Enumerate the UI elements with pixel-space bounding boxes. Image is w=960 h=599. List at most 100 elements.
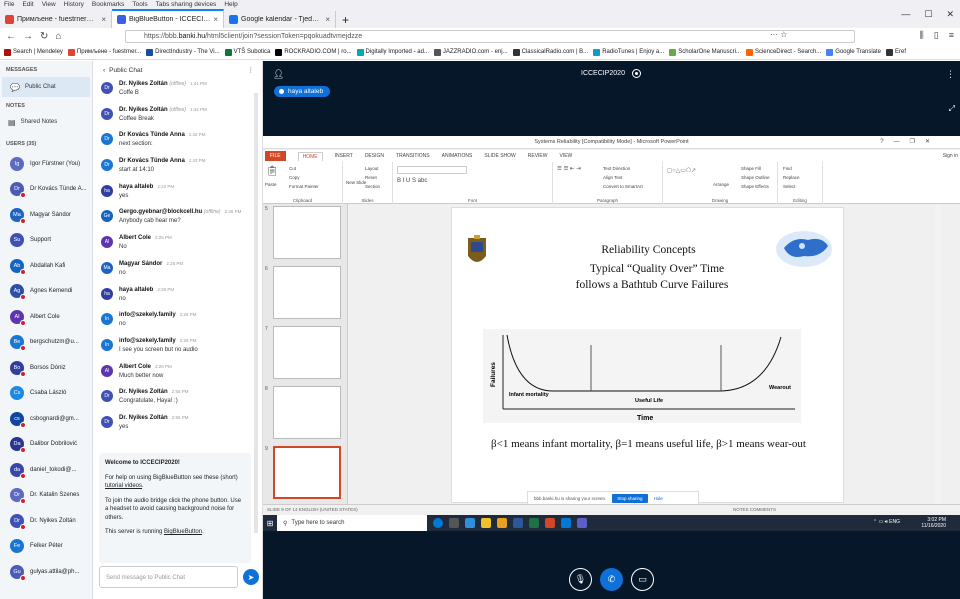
menu-icon[interactable]: ≡ <box>949 30 954 41</box>
ribbon-tab-slideshow[interactable]: SLIDE SHOW <box>484 153 515 159</box>
mute-button[interactable]: 🎙︎ <box>569 568 592 591</box>
menu-edit[interactable]: Edit <box>22 1 33 8</box>
taskbar-search[interactable]: ⚲ Type here to search <box>277 515 427 531</box>
user-list-item[interactable]: Cs Csaba László <box>0 381 92 407</box>
powerpoint-icon[interactable] <box>545 518 555 528</box>
user-list-item[interactable]: Ma Magyar Sándor <box>0 202 92 228</box>
shape-outline-button[interactable]: Shape Outline <box>741 175 770 180</box>
stop-sharing-button[interactable]: Stop sharing <box>612 493 648 503</box>
home-icon[interactable]: ⌂ <box>55 31 61 42</box>
send-button[interactable]: ➤ <box>243 569 259 585</box>
library-icon[interactable]: ⫼ <box>920 30 924 41</box>
back-icon[interactable]: ← <box>6 31 16 42</box>
shapes-gallery[interactable]: ◻○△▭⬠↗ <box>667 167 696 174</box>
teams-icon[interactable] <box>577 518 587 528</box>
ribbon-tab-view[interactable]: VIEW <box>560 153 573 159</box>
word-icon[interactable] <box>513 518 523 528</box>
slide-thumb-6[interactable] <box>273 266 341 319</box>
chat-scrollbar[interactable] <box>254 93 258 533</box>
bookmark-item[interactable]: ScienceDirect - Search... <box>745 48 821 56</box>
cortana-icon[interactable] <box>433 518 443 528</box>
close-icon[interactable]: × <box>101 15 106 24</box>
hide-button[interactable]: Hide <box>654 496 663 501</box>
slide-scrollbar[interactable] <box>935 204 941 504</box>
help-icon[interactable]: ? <box>880 136 883 149</box>
user-list-item[interactable]: cs csbognardi@gm... <box>0 406 92 432</box>
edge-icon[interactable] <box>465 518 475 528</box>
user-icon[interactable]: 👤︎ <box>273 69 284 80</box>
user-list-item[interactable]: Al Albert Cole <box>0 304 92 330</box>
replace-button[interactable]: Replace <box>783 175 800 180</box>
public-chat-item[interactable]: 💬 Public Chat <box>2 77 90 97</box>
tab-bigbluebutton[interactable]: BigBlueButton - ICCECIP2020 × <box>112 9 224 28</box>
shape-fill-button[interactable]: Shape Fill <box>741 166 761 171</box>
user-list-item[interactable]: Su Support <box>0 228 92 254</box>
menu-tabs-sharing[interactable]: Tabs sharing devices <box>156 1 217 8</box>
minimize-icon[interactable]: — <box>894 136 900 149</box>
menu-help[interactable]: Help <box>224 1 237 8</box>
user-list-item[interactable]: Dr Dr. Nyikes Zoltán <box>0 508 92 534</box>
arrange-button[interactable]: Arrange <box>713 182 729 187</box>
screen-share-button[interactable]: ▭ <box>631 568 654 591</box>
bookmark-item[interactable]: JAZZRADIO.com - enj... <box>433 48 508 56</box>
shape-effects-button[interactable]: Shape Effects <box>741 184 769 189</box>
smartart-button[interactable]: Convert to SmartArt <box>603 184 643 189</box>
bookmark-item[interactable]: Eref <box>886 48 906 56</box>
sign-in-link[interactable]: Sign in <box>943 153 958 159</box>
menu-tools[interactable]: Tools <box>132 1 147 8</box>
bookmark-item[interactable]: ScholarOne Manuscri... <box>669 48 741 56</box>
ribbon-tab-insert[interactable]: INSERT <box>335 153 353 159</box>
user-list-item[interactable]: Dr Dr Kovács Tünde A... <box>0 177 92 203</box>
ribbon-tab-animations[interactable]: ANIMATIONS <box>442 153 473 159</box>
layout-button[interactable]: Layout <box>365 166 379 171</box>
menu-history[interactable]: History <box>64 1 84 8</box>
ribbon-tab-review[interactable]: REVIEW <box>528 153 548 159</box>
user-list-item[interactable]: Da Dalibor Dobrilović <box>0 432 92 458</box>
reset-button[interactable]: Reset <box>365 175 377 180</box>
close-icon[interactable]: × <box>213 15 218 24</box>
text-direction-button[interactable]: Text Direction <box>603 166 630 171</box>
url-bar[interactable]: https://bbb.banki.hu/html5client/join?se… <box>125 30 855 43</box>
audio-button[interactable]: ✆ <box>600 568 623 591</box>
paste-icon[interactable]: 📋︎ <box>266 166 279 177</box>
user-list-item[interactable]: Ig Igor Fürstner (You) <box>0 151 92 177</box>
ribbon-tab-home[interactable]: HOME <box>297 151 323 161</box>
user-list-item[interactable]: da daniel_tokodi@... <box>0 457 92 483</box>
url-actions[interactable]: ··· ☆ <box>770 30 787 39</box>
firefox-icon[interactable] <box>497 518 507 528</box>
format-painter-button[interactable]: Format Painter <box>289 184 319 189</box>
shared-notes-item[interactable]: ▤ Shared Notes <box>0 109 92 135</box>
new-tab-button[interactable]: + <box>336 11 355 28</box>
restore-icon[interactable]: ❐ <box>910 136 915 149</box>
user-list-item[interactable]: Gu gulyas.attila@ph... <box>0 559 92 585</box>
list-icons[interactable]: ☰ ☰ ⇤ ⇥ <box>557 166 581 172</box>
font-name-select[interactable] <box>397 166 467 174</box>
system-tray[interactable]: ⌃ ▭ 🔊︎ ENG <box>873 519 900 525</box>
maximize-icon[interactable]: ☐ <box>924 9 932 20</box>
slide-thumb-7[interactable] <box>273 326 341 379</box>
new-slide-button[interactable]: New Slide <box>346 180 366 185</box>
tab-gmail[interactable]: Примљене - fuestrner@gmail.com × <box>0 11 112 28</box>
bookmark-item[interactable]: ROCKRADIO.COM | ro... <box>275 48 352 56</box>
fullscreen-icon[interactable]: ⤢ <box>949 104 955 114</box>
forward-icon[interactable]: → <box>23 31 33 42</box>
bookmark-item[interactable]: VTŠ Subotica <box>224 48 270 56</box>
bigbluebutton-link[interactable]: BigBlueButton <box>164 529 202 535</box>
copy-button[interactable]: Copy <box>289 175 300 180</box>
more-options-icon[interactable]: ⋮ <box>248 66 255 74</box>
bookmark-item[interactable]: DirectIndustry - The Vi... <box>146 48 220 56</box>
user-list-item[interactable]: Bo Borsos Dóniz <box>0 355 92 381</box>
bookmark-item[interactable]: RadioTunes | Enjoy a... <box>593 48 664 56</box>
minimize-icon[interactable]: — <box>901 9 910 20</box>
excel-icon[interactable] <box>529 518 539 528</box>
sidebar-icon[interactable]: ▯ <box>934 30 939 41</box>
ribbon-tab-transitions[interactable]: TRANSITIONS <box>396 153 430 159</box>
chevron-left-icon[interactable]: ‹ <box>103 67 105 74</box>
bookmark-item[interactable]: Search | Mendeley <box>4 48 63 56</box>
ribbon-tab-file[interactable]: FILE <box>265 151 286 161</box>
user-list-item[interactable]: Ag Agnes Kemendi <box>0 279 92 305</box>
bookmark-item[interactable]: ClassicalRadio.com | B... <box>512 48 588 56</box>
bookmark-item[interactable]: Digitally Imported - ad... <box>356 48 429 56</box>
close-icon[interactable]: ✕ <box>925 136 930 149</box>
reload-icon[interactable]: ↻ <box>40 31 48 42</box>
